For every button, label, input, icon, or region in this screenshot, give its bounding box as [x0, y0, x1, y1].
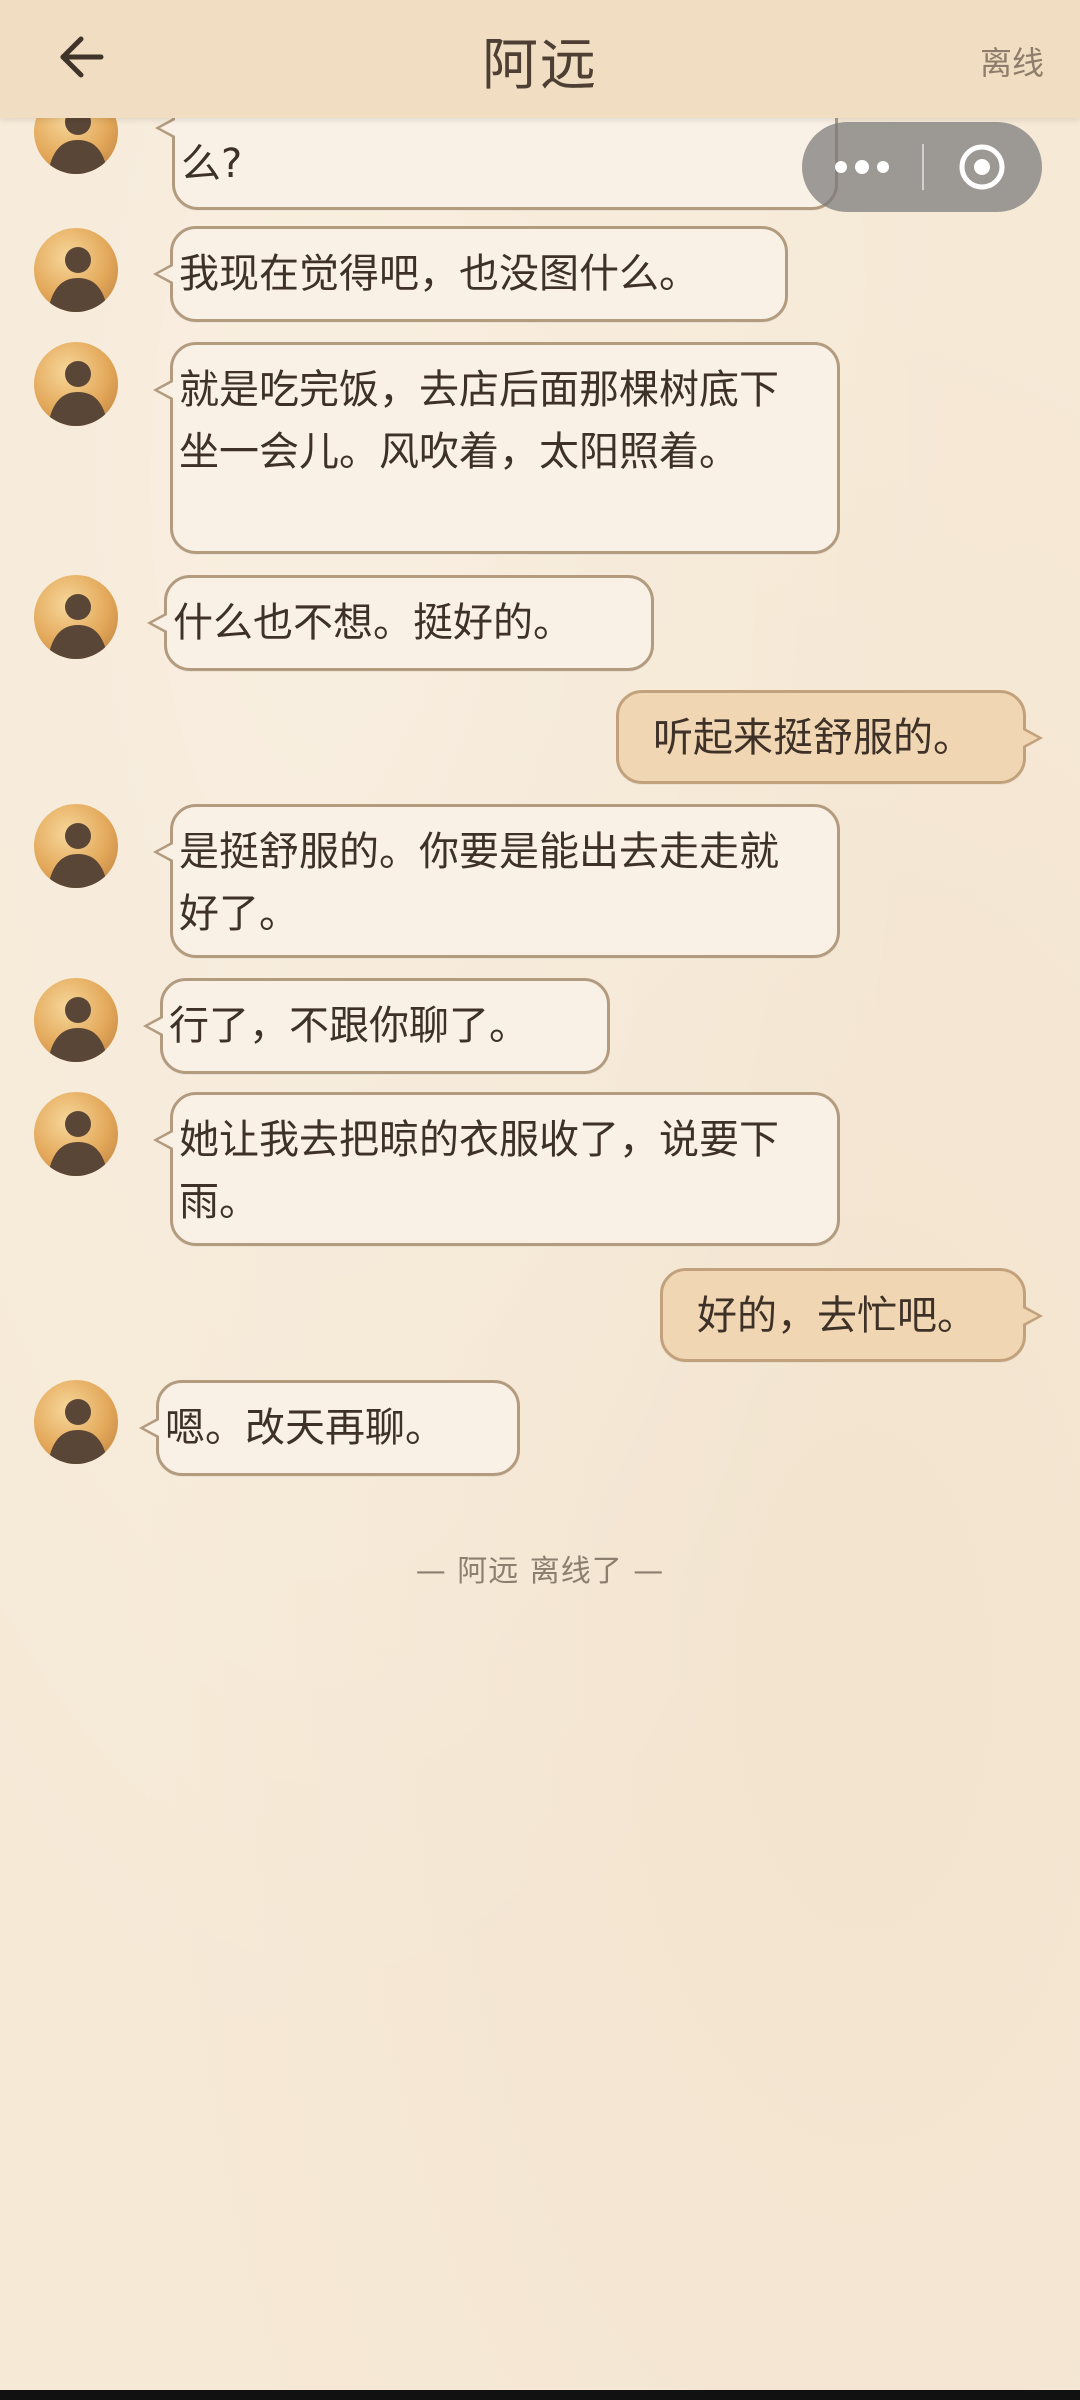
person-silhouette-icon [48, 1399, 108, 1464]
avatar[interactable] [34, 804, 118, 888]
message-text: 是挺舒服的。你要是能出去走走就好了。 [179, 829, 779, 937]
message-bubble: 好的，去忙吧。 [660, 1268, 1043, 1362]
message-text: 她让我去把晾的衣服收了，说要下雨。 [179, 1117, 779, 1225]
message-text: 嗯。改天再聊。 [165, 1405, 445, 1451]
message-text: 行了，不跟你聊了。 [169, 1003, 529, 1049]
message-text: 就是吃完饭，去店后面那棵树底下坐一会儿。风吹着，太阳照着。 [179, 367, 779, 475]
avatar[interactable] [34, 228, 118, 312]
message-bubble: 她让我去把晾的衣服收了，说要下雨。 [153, 1092, 840, 1246]
message-text: 么? [181, 141, 243, 187]
message-bubble: 嗯。改天再聊。 [139, 1380, 520, 1476]
person-silhouette-icon [48, 247, 108, 312]
message-bubble: 是挺舒服的。你要是能出去走走就好了。 [153, 804, 840, 958]
offline-system-note: — 阿远 离线了 — [415, 1554, 665, 1589]
message-bubble: 我现在觉得吧，也没图什么。 [153, 226, 788, 322]
avatar[interactable] [34, 1380, 118, 1464]
online-status: 离线 [979, 44, 1044, 82]
person-silhouette-icon [48, 997, 108, 1062]
avatar[interactable] [34, 978, 118, 1062]
mini-program-capsule [802, 122, 1042, 212]
person-silhouette-icon [48, 594, 108, 659]
avatar[interactable] [34, 1092, 118, 1176]
message-bubble: 行了，不跟你聊了。 [143, 978, 610, 1074]
person-silhouette-icon [48, 823, 108, 888]
avatar[interactable] [34, 342, 118, 426]
message-bubble: 听起来挺舒服的。 [616, 690, 1043, 784]
chat-header: 阿远 离线 [0, 0, 1080, 118]
message-text: 听起来挺舒服的。 [653, 715, 973, 761]
more-dots-icon[interactable] [802, 122, 922, 212]
person-silhouette-icon [48, 1111, 108, 1176]
message-text: 什么也不想。挺好的。 [173, 600, 573, 646]
message-text: 我现在觉得吧，也没图什么。 [179, 251, 699, 297]
message-bubble: 就是吃完饭，去店后面那棵树底下坐一会儿。风吹着，太阳照着。 [153, 342, 840, 554]
close-target-button[interactable] [922, 122, 1042, 212]
person-silhouette-icon [48, 361, 108, 426]
bottom-edge [0, 2390, 1080, 2400]
target-icon [959, 144, 1005, 190]
message-text: 好的，去忙吧。 [697, 1293, 977, 1339]
message-bubble: 什么也不想。挺好的。 [147, 575, 654, 671]
avatar[interactable] [34, 575, 118, 659]
contact-name: 阿远 [482, 33, 598, 98]
